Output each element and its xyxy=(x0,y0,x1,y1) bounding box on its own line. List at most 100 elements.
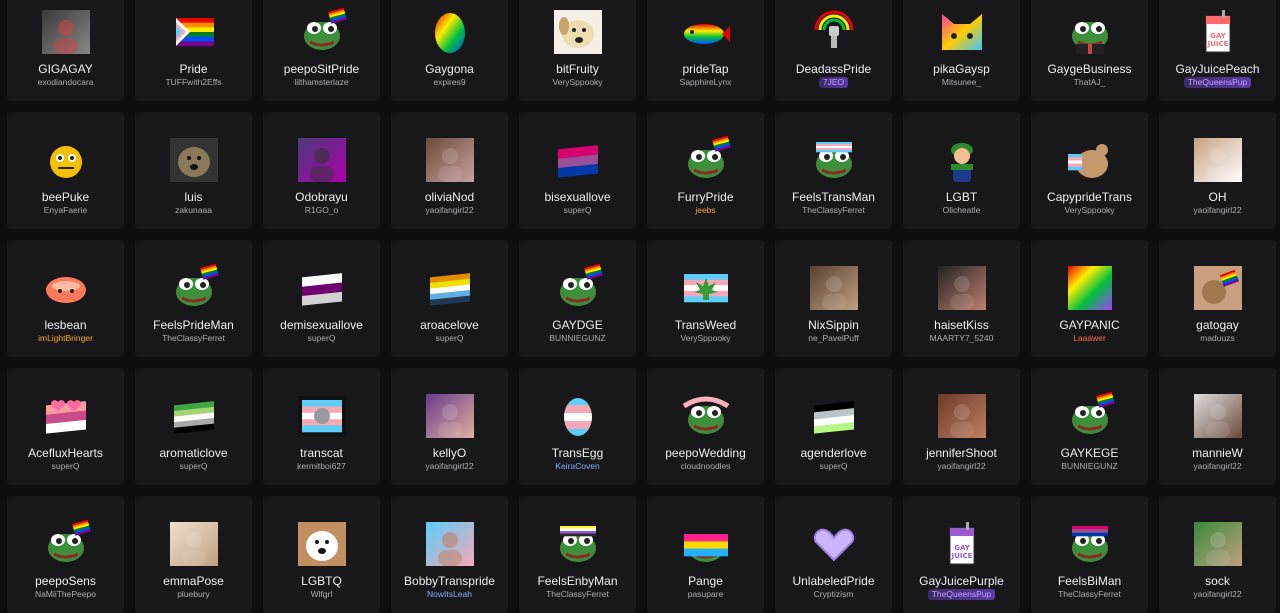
emote-card[interactable]: prideTap SapphireLynx xyxy=(647,0,764,101)
emote-owner[interactable]: yaoifangirl22 xyxy=(1193,205,1241,216)
emote-card[interactable]: GAY JUICE GayJuicePeach TheQueensPup xyxy=(1159,0,1276,101)
emote-owner[interactable]: BUNNIEGUNZ xyxy=(549,333,605,344)
emote-owner[interactable]: Cryptizism xyxy=(814,589,854,600)
emote-owner[interactable]: Wlfgrl xyxy=(311,589,333,600)
emote-owner[interactable]: KeiraCoven xyxy=(555,461,599,472)
emote-owner[interactable]: TheQueensPup xyxy=(1183,77,1252,88)
emote-card[interactable]: Gaygona expires9 xyxy=(391,0,508,101)
emote-owner[interactable]: cloudnoodles xyxy=(680,461,730,472)
emote-card[interactable]: GAYDGE BUNNIEGUNZ xyxy=(519,240,636,357)
emote-owner[interactable]: MAARTY7_5240 xyxy=(930,333,994,344)
emote-owner[interactable]: exodiandocara xyxy=(38,77,94,88)
emote-owner[interactable]: TheClassyFerret xyxy=(162,333,225,344)
emote-owner[interactable]: Olicheatle xyxy=(943,205,981,216)
emote-card[interactable]: demisexuallove superQ xyxy=(263,240,380,357)
emote-owner[interactable]: superQ xyxy=(308,333,336,344)
emote-owner[interactable]: VerySppooky xyxy=(1064,205,1114,216)
emote-card[interactable]: DeadassPride 7JEO xyxy=(775,0,892,101)
emote-card[interactable]: luis zakunaaa xyxy=(135,112,252,229)
emote-owner[interactable]: TUFFwith2Effs xyxy=(165,77,221,88)
emote-card[interactable]: GIGAGAY exodiandocara xyxy=(7,0,124,101)
emote-owner[interactable]: kermitboi627 xyxy=(297,461,346,472)
emote-owner[interactable]: yaoifangirl22 xyxy=(425,205,473,216)
emote-owner[interactable]: BUNNIEGUNZ xyxy=(1061,461,1117,472)
emote-card[interactable]: transcat kermitboi627 xyxy=(263,368,380,485)
emote-card[interactable]: pikaGaysp Mitsunee_ xyxy=(903,0,1020,101)
emote-card[interactable]: CapyprideTrans VerySppooky xyxy=(1031,112,1148,229)
emote-card[interactable]: NixSippin ne_PavelPuff xyxy=(775,240,892,357)
emote-card[interactable]: bitFruity VerySppooky xyxy=(519,0,636,101)
emote-owner[interactable]: maduuzs xyxy=(1200,333,1235,344)
emote-owner[interactable]: TheClassyFerret xyxy=(546,589,609,600)
emote-card[interactable]: Odobrayu R1GO_o xyxy=(263,112,380,229)
emote-owner[interactable]: VerySppooky xyxy=(552,77,602,88)
emote-owner[interactable]: SapphireLynx xyxy=(680,77,732,88)
emote-owner[interactable]: EnyaFaerie xyxy=(44,205,87,216)
emote-card[interactable]: peepoWedding cloudnoodles xyxy=(647,368,764,485)
emote-card[interactable]: FeelsEnbyMan TheClassyFerret xyxy=(519,496,636,613)
emote-card[interactable]: beePuke EnyaFaerie xyxy=(7,112,124,229)
emote-card[interactable]: bisexuallove superQ xyxy=(519,112,636,229)
emote-owner[interactable]: jeebs xyxy=(695,205,715,216)
emote-owner[interactable]: Mitsunee_ xyxy=(942,77,981,88)
emote-card[interactable]: FeelsTransMan TheClassyFerret xyxy=(775,112,892,229)
emote-card[interactable]: LGBTQ Wlfgrl xyxy=(263,496,380,613)
emote-owner[interactable]: expires9 xyxy=(433,77,465,88)
emote-card[interactable]: peepoSitPride lilthamsterlaze xyxy=(263,0,380,101)
emote-card[interactable]: OH yaoifangirl22 xyxy=(1159,112,1276,229)
emote-owner[interactable]: imLightBringer xyxy=(38,333,93,344)
emote-owner[interactable]: 7JEO xyxy=(818,77,849,88)
emote-card[interactable]: agenderlove superQ xyxy=(775,368,892,485)
emote-card[interactable]: AcefluxHearts superQ xyxy=(7,368,124,485)
emote-card[interactable]: TransEgg KeiraCoven xyxy=(519,368,636,485)
emote-card[interactable]: lesbean imLightBringer xyxy=(7,240,124,357)
emote-card[interactable]: peepoSens NaMiiThePeepo xyxy=(7,496,124,613)
emote-owner[interactable]: ne_PavelPuff xyxy=(808,333,858,344)
emote-owner[interactable]: NowItsLeah xyxy=(427,589,472,600)
emote-card[interactable]: gatogay maduuzs xyxy=(1159,240,1276,357)
emote-card[interactable]: mannieW yaoifangirl22 xyxy=(1159,368,1276,485)
emote-owner[interactable]: lilthamsterlaze xyxy=(294,77,348,88)
emote-owner[interactable]: pluebury xyxy=(177,589,210,600)
emote-card[interactable]: FeelsPrideMan TheClassyFerret xyxy=(135,240,252,357)
emote-card[interactable]: emmaPose pluebury xyxy=(135,496,252,613)
emote-card[interactable]: BobbyTranspride NowItsLeah xyxy=(391,496,508,613)
emote-owner[interactable]: superQ xyxy=(180,461,208,472)
emote-owner[interactable]: Laaawer xyxy=(1073,333,1106,344)
emote-card[interactable]: haisetKiss MAARTY7_5240 xyxy=(903,240,1020,357)
emote-card[interactable]: UnlabeledPride Cryptizism xyxy=(775,496,892,613)
emote-owner[interactable]: superQ xyxy=(564,205,592,216)
emote-card[interactable]: kellyO yaoifangirl22 xyxy=(391,368,508,485)
emote-owner[interactable]: zakunaaa xyxy=(175,205,212,216)
emote-owner[interactable]: TheClassyFerret xyxy=(1058,589,1121,600)
emote-owner[interactable]: TheClassyFerret xyxy=(802,205,865,216)
emote-owner[interactable]: yaoifangirl22 xyxy=(1193,589,1241,600)
emote-card[interactable]: aromaticlove superQ xyxy=(135,368,252,485)
emote-owner[interactable]: ThatAJ_ xyxy=(1074,77,1106,88)
emote-owner[interactable]: superQ xyxy=(52,461,80,472)
emote-card[interactable]: sock yaoifangirl22 xyxy=(1159,496,1276,613)
emote-card[interactable]: FeelsBiMan TheClassyFerret xyxy=(1031,496,1148,613)
emote-card[interactable]: GAYKEGE BUNNIEGUNZ xyxy=(1031,368,1148,485)
emote-card[interactable]: Pange pasupare xyxy=(647,496,764,613)
emote-card[interactable]: oliviaNod yaoifangirl22 xyxy=(391,112,508,229)
emote-owner[interactable]: R1GO_o xyxy=(305,205,339,216)
emote-owner[interactable]: NaMiiThePeepo xyxy=(35,589,96,600)
emote-owner[interactable]: VerySppooky xyxy=(680,333,730,344)
emote-card[interactable]: TransWeed VerySppooky xyxy=(647,240,764,357)
emote-owner[interactable]: superQ xyxy=(820,461,848,472)
emote-owner[interactable]: yaoifangirl22 xyxy=(937,461,985,472)
emote-card[interactable]: aroacelove superQ xyxy=(391,240,508,357)
emote-owner[interactable]: yaoifangirl22 xyxy=(425,461,473,472)
emote-card[interactable]: GAY JUICE GayJuicePurple TheQueensPup xyxy=(903,496,1020,613)
emote-card[interactable]: GAYPANIC Laaawer xyxy=(1031,240,1148,357)
emote-owner[interactable]: TheQueensPup xyxy=(927,589,996,600)
emote-owner[interactable]: pasupare xyxy=(688,589,723,600)
emote-owner[interactable]: superQ xyxy=(436,333,464,344)
emote-card[interactable]: LGBT Olicheatle xyxy=(903,112,1020,229)
emote-card[interactable]: Pride TUFFwith2Effs xyxy=(135,0,252,101)
emote-card[interactable]: FurryPride jeebs xyxy=(647,112,764,229)
emote-owner[interactable]: yaoifangirl22 xyxy=(1193,461,1241,472)
emote-card[interactable]: GaygeBusiness ThatAJ_ xyxy=(1031,0,1148,101)
emote-card[interactable]: jenniferShoot yaoifangirl22 xyxy=(903,368,1020,485)
